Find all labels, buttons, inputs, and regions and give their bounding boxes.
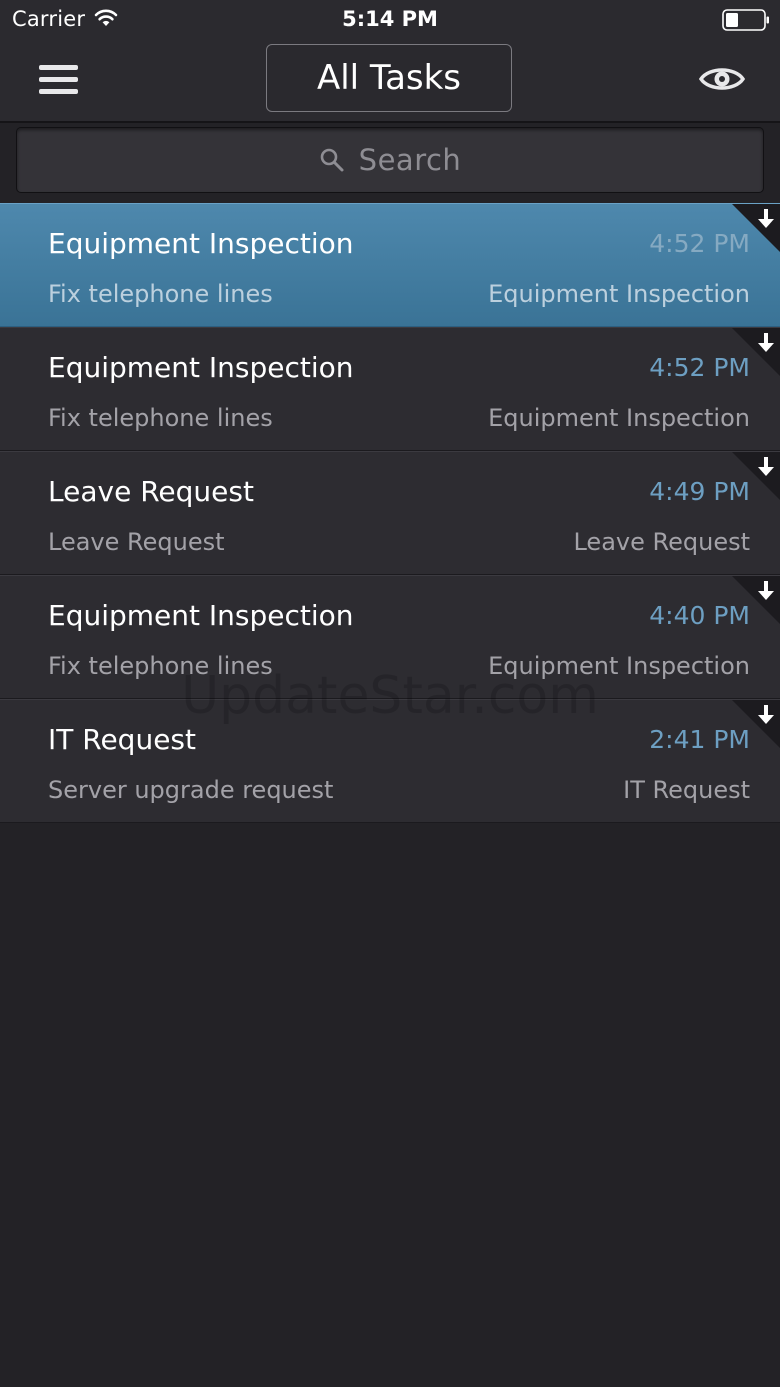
eye-icon — [698, 68, 746, 90]
task-subtitle: Fix telephone lines — [48, 404, 273, 432]
task-row[interactable]: IT Request 2:41 PM Server upgrade reques… — [0, 699, 780, 823]
task-filter-title-button[interactable]: All Tasks — [266, 44, 512, 112]
app-screen: Carrier 5:14 PM All Tasks Search Equipme… — [0, 0, 780, 1387]
search-placeholder: Search — [358, 143, 462, 177]
view-toggle-button[interactable] — [698, 62, 746, 96]
task-category: Equipment Inspection — [488, 404, 750, 432]
task-category: Leave Request — [573, 528, 750, 556]
download-arrow-icon — [732, 204, 780, 252]
search-icon — [320, 148, 344, 172]
task-category: Equipment Inspection — [488, 652, 750, 680]
navigation-bar: All Tasks — [0, 40, 780, 122]
task-row[interactable]: Equipment Inspection 4:40 PM Fix telepho… — [0, 575, 780, 699]
task-subtitle: Fix telephone lines — [48, 652, 273, 680]
search-bar: Search — [0, 123, 780, 203]
task-category: IT Request — [623, 776, 750, 804]
download-arrow-icon — [732, 328, 780, 376]
task-subtitle: Fix telephone lines — [48, 280, 273, 308]
task-title: Leave Request — [48, 475, 254, 508]
menu-button[interactable] — [34, 58, 84, 102]
task-subtitle: Server upgrade request — [48, 776, 334, 804]
page-title: All Tasks — [316, 58, 462, 98]
download-arrow-icon — [732, 576, 780, 624]
search-input[interactable]: Search — [16, 127, 764, 193]
download-arrow-icon — [732, 700, 780, 748]
battery-icon — [722, 9, 769, 31]
task-title: Equipment Inspection — [48, 351, 354, 384]
status-bar: Carrier 5:14 PM — [0, 0, 780, 40]
task-row[interactable]: Equipment Inspection 4:52 PM Fix telepho… — [0, 203, 780, 327]
task-row[interactable]: Leave Request 4:49 PM Leave Request Leav… — [0, 451, 780, 575]
download-arrow-icon — [732, 452, 780, 500]
task-subtitle: Leave Request — [48, 528, 225, 556]
hamburger-menu-icon — [39, 65, 78, 94]
task-list: Equipment Inspection 4:52 PM Fix telepho… — [0, 203, 780, 823]
task-row[interactable]: Equipment Inspection 4:52 PM Fix telepho… — [0, 327, 780, 451]
status-time: 5:14 PM — [342, 7, 438, 31]
task-title: Equipment Inspection — [48, 227, 354, 260]
task-title: Equipment Inspection — [48, 599, 354, 632]
task-category: Equipment Inspection — [488, 280, 750, 308]
task-title: IT Request — [48, 723, 196, 756]
